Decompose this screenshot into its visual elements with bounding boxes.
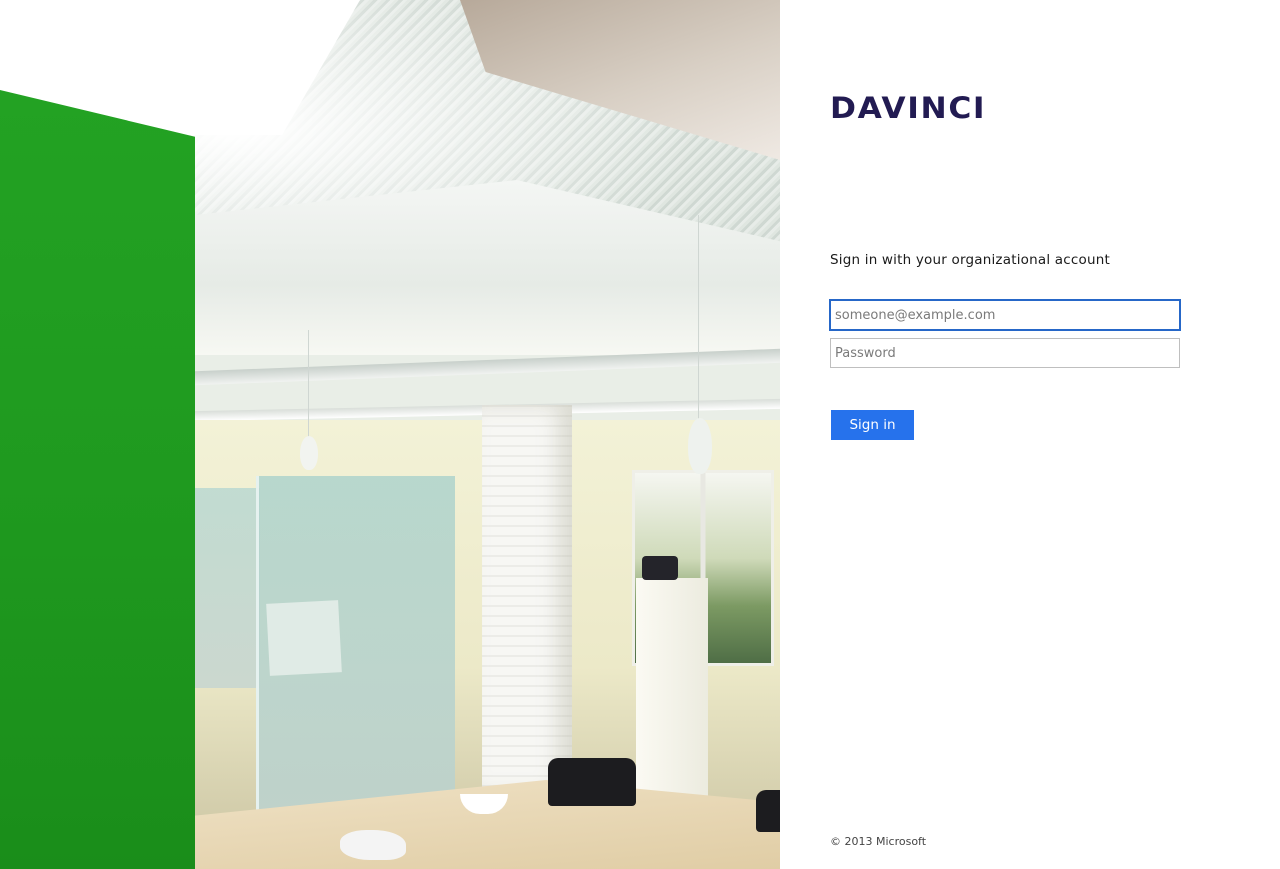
illustration-glass-divider bbox=[195, 488, 260, 688]
illustration-chair-far bbox=[642, 556, 678, 580]
illustration-pendant-lamp bbox=[300, 436, 318, 470]
illustration-chair bbox=[756, 790, 780, 832]
illustration-chair bbox=[548, 758, 636, 806]
illustration-cabinet bbox=[636, 578, 708, 814]
illustration-lamp-wire bbox=[698, 215, 699, 420]
email-input[interactable] bbox=[830, 300, 1180, 330]
sign-in-button[interactable]: Sign in bbox=[831, 410, 914, 440]
sign-in-page: DAVINCI Sign in with your organizational… bbox=[0, 0, 1280, 869]
illustration-pillar bbox=[482, 405, 572, 795]
login-pane: DAVINCI Sign in with your organizational… bbox=[780, 0, 1280, 869]
office-illustration bbox=[0, 0, 780, 869]
password-input[interactable] bbox=[830, 338, 1180, 368]
brand-logo: DAVINCI bbox=[830, 91, 987, 125]
illustration-lamp-wire bbox=[308, 330, 309, 438]
illustration-paper-note bbox=[266, 600, 342, 676]
illustration-tissue bbox=[340, 830, 406, 860]
sign-in-heading: Sign in with your organizational account bbox=[830, 252, 1110, 268]
illustration-green-panel bbox=[0, 90, 195, 869]
copyright-text: © 2013 Microsoft bbox=[830, 835, 927, 848]
illustration-pendant-lamp bbox=[688, 418, 712, 474]
